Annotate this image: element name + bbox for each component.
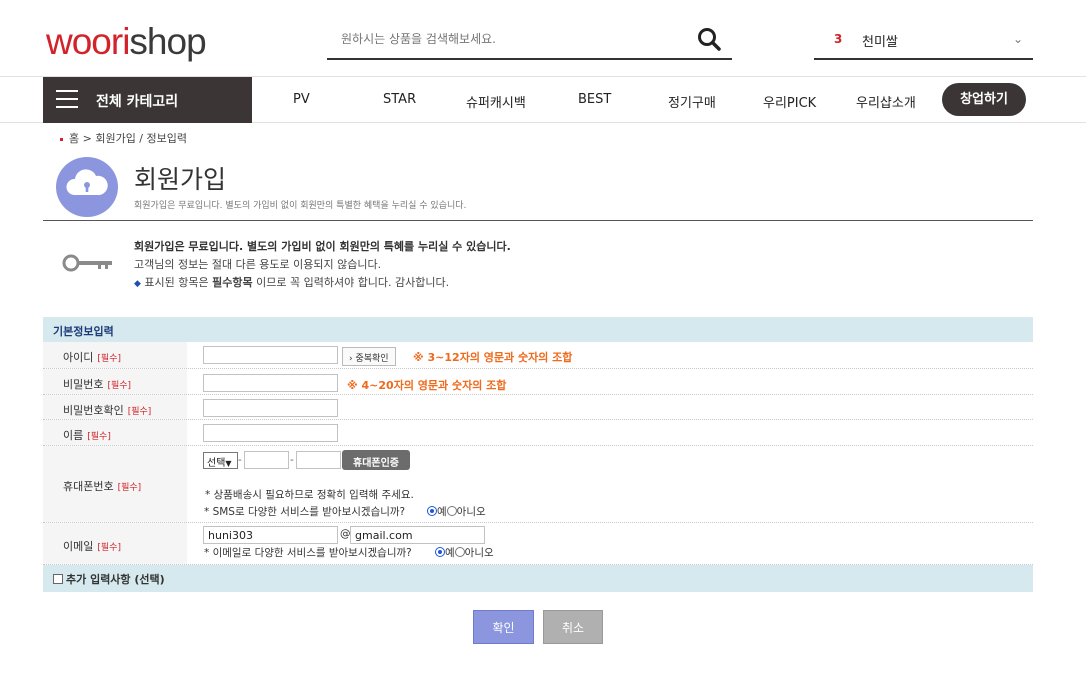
id-check-label: 중복확인 [355, 354, 389, 364]
email-id-input[interactable] [203, 526, 338, 544]
form-row-phone: 휴대폰번호 [필수] [43, 446, 1033, 523]
phone-dash-1: - [238, 454, 242, 466]
email-label: 이메일 [63, 540, 94, 553]
chevron-down-icon[interactable]: ⌄ [1013, 32, 1023, 46]
sms-no-label: 아니오 [456, 506, 486, 518]
rank-keyword[interactable]: 천미쌀 [862, 31, 898, 50]
form-row-email: 이메일 [필수] [43, 523, 1033, 565]
required-tag: [필수] [87, 432, 111, 442]
notice-line-3-bold: 필수항목 [212, 276, 253, 289]
email-question: * 이메일로 다양한 서비스를 받아보시겠습니까? [204, 547, 412, 559]
password-hint: ※ 4~20자의 영문과 숫자의 조합 [347, 379, 507, 392]
all-category-button[interactable]: 전체 카테고리 [43, 77, 252, 123]
field-label-email: 이메일 [필수] [43, 523, 187, 564]
nav-item-woori-pick[interactable]: 우리PICK [763, 92, 816, 111]
optional-info-section[interactable]: 추가 입력사항 (선택) [43, 565, 1033, 592]
email-domain-input[interactable] [350, 526, 485, 544]
cancel-button[interactable]: 취소 [543, 610, 603, 644]
breadcrumb: 홈 > 회원가입 / 정보입력 [60, 130, 187, 146]
password-input[interactable] [203, 374, 338, 392]
notice-line-2: 고객님의 정보는 절대 다른 용도로 이용되지 않습니다. [134, 258, 382, 271]
nav-item-best[interactable]: BEST [578, 92, 611, 107]
breadcrumb-text: 홈 > 회원가입 / 정보입력 [69, 132, 187, 145]
nav-item-super-cashback[interactable]: 슈퍼캐시백 [466, 92, 526, 111]
logo-shop: shop [129, 21, 206, 62]
notice-line-3-post: 이므로 꼭 입력하셔야 합니다. 감사합니다. [252, 276, 450, 289]
notice-line-1: 회원가입은 무료입니다. 별도의 가입비 없이 회원만의 특혜를 누리실 수 있… [134, 240, 511, 253]
cloud-lock-icon [56, 157, 118, 217]
rank-number: 3 [834, 32, 843, 46]
email-yes-radio[interactable] [435, 547, 445, 557]
name-input[interactable] [203, 424, 338, 442]
email-no-label: 아니오 [464, 547, 494, 559]
top-header: woorishop 3 천미쌀 ⌄ [0, 0, 1086, 77]
field-label-password: 비밀번호 [필수] [43, 369, 187, 394]
optional-info-label: 추가 입력사항 (선택) [66, 573, 165, 586]
form-row-password-confirm: 비밀번호확인 [필수] [43, 395, 1033, 420]
search-icon[interactable] [696, 26, 722, 52]
phone-note: * 상품배송시 필요하므로 정확히 입력해 주세요. [205, 489, 414, 501]
email-yes-label: 예 [445, 547, 455, 559]
password-confirm-label: 비밀번호확인 [63, 404, 124, 417]
select-arrow-icon: ▼ [225, 459, 232, 468]
phone-last-input[interactable] [296, 451, 341, 469]
sms-question: * SMS로 다양한 서비스를 받아보시겠습니까? [204, 506, 406, 518]
page-subtitle: 회원가입은 무료입니다. 별도의 가입비 없이 회원만의 특별한 혜택을 누리실… [134, 201, 467, 211]
password-confirm-input[interactable] [203, 399, 338, 417]
bullet-icon [60, 138, 63, 141]
email-radio-group: 예 아니오 [435, 545, 494, 560]
id-input[interactable] [203, 346, 338, 364]
phone-middle-input[interactable] [244, 451, 289, 469]
diamond-icon: ◆ [134, 279, 141, 289]
sms-radio-group: 예 아니오 [427, 504, 486, 519]
email-at-sign: @ [340, 528, 351, 540]
phone-prefix-select[interactable]: 선택▼ [203, 452, 238, 469]
start-business-button[interactable]: 창업하기 [942, 83, 1026, 116]
form-row-name: 이름 [필수] [43, 420, 1033, 446]
field-label-id: 아이디 [필수] [43, 342, 187, 368]
page-title: 회원가입 [134, 165, 227, 194]
main-nav: 전체 카테고리 PV STAR 슈퍼캐시백 BEST 정기구매 우리PICK 우… [0, 77, 1086, 123]
required-tag: [필수] [97, 543, 121, 553]
notice-line-3: ◆ 표시된 항목은 필수항목 이므로 꼭 입력하셔야 합니다. 감사합니다. [134, 274, 449, 290]
phone-dash-2: - [290, 454, 294, 466]
phone-verify-button[interactable]: 휴대폰인증 [342, 450, 410, 470]
search-input[interactable] [341, 32, 681, 46]
password-label: 비밀번호 [63, 378, 104, 391]
title-divider [43, 220, 1033, 221]
name-label: 이름 [63, 429, 84, 442]
popular-keyword-ticker[interactable]: 3 천미쌀 ⌄ [814, 20, 1033, 60]
hamburger-icon [56, 90, 78, 108]
required-tag: [필수] [97, 354, 121, 364]
logo-woori: woori [46, 21, 130, 62]
email-no-radio[interactable] [454, 547, 465, 557]
phone-prefix-value: 선택 [207, 458, 226, 469]
field-label-password-confirm: 비밀번호확인 [필수] [43, 395, 187, 419]
sms-yes-label: 예 [437, 506, 447, 518]
basic-info-section-header: 기본정보입력 [43, 317, 1033, 342]
site-logo[interactable]: woorishop [46, 20, 207, 64]
nav-item-pv[interactable]: PV [293, 92, 310, 107]
id-label: 아이디 [63, 351, 94, 364]
field-label-name: 이름 [필수] [43, 420, 187, 445]
all-category-label: 전체 카테고리 [96, 94, 179, 110]
required-tag: [필수] [127, 407, 152, 417]
notice-line-3-pre: 표시된 항목은 [144, 276, 213, 289]
phone-label: 휴대폰번호 [63, 480, 114, 493]
nav-item-subscription[interactable]: 정기구매 [668, 92, 716, 111]
required-tag: [필수] [107, 381, 132, 391]
search-box [327, 20, 732, 60]
field-label-phone: 휴대폰번호 [필수] [43, 446, 187, 522]
form-row-password: 비밀번호 [필수] [43, 369, 1033, 395]
id-hint: ※ 3~12자의 영문과 숫자의 조합 [413, 351, 573, 364]
key-icon [62, 254, 112, 272]
nav-item-about[interactable]: 우리샵소개 [856, 92, 916, 111]
confirm-button[interactable]: 확인 [473, 610, 534, 644]
required-tag: [필수] [117, 483, 142, 493]
sms-no-radio[interactable] [446, 506, 457, 516]
optional-info-checkbox[interactable] [53, 574, 63, 584]
sms-yes-radio[interactable] [427, 506, 437, 516]
nav-item-star[interactable]: STAR [383, 92, 416, 107]
id-duplicate-check-button[interactable]: › 중복확인 [342, 347, 396, 366]
